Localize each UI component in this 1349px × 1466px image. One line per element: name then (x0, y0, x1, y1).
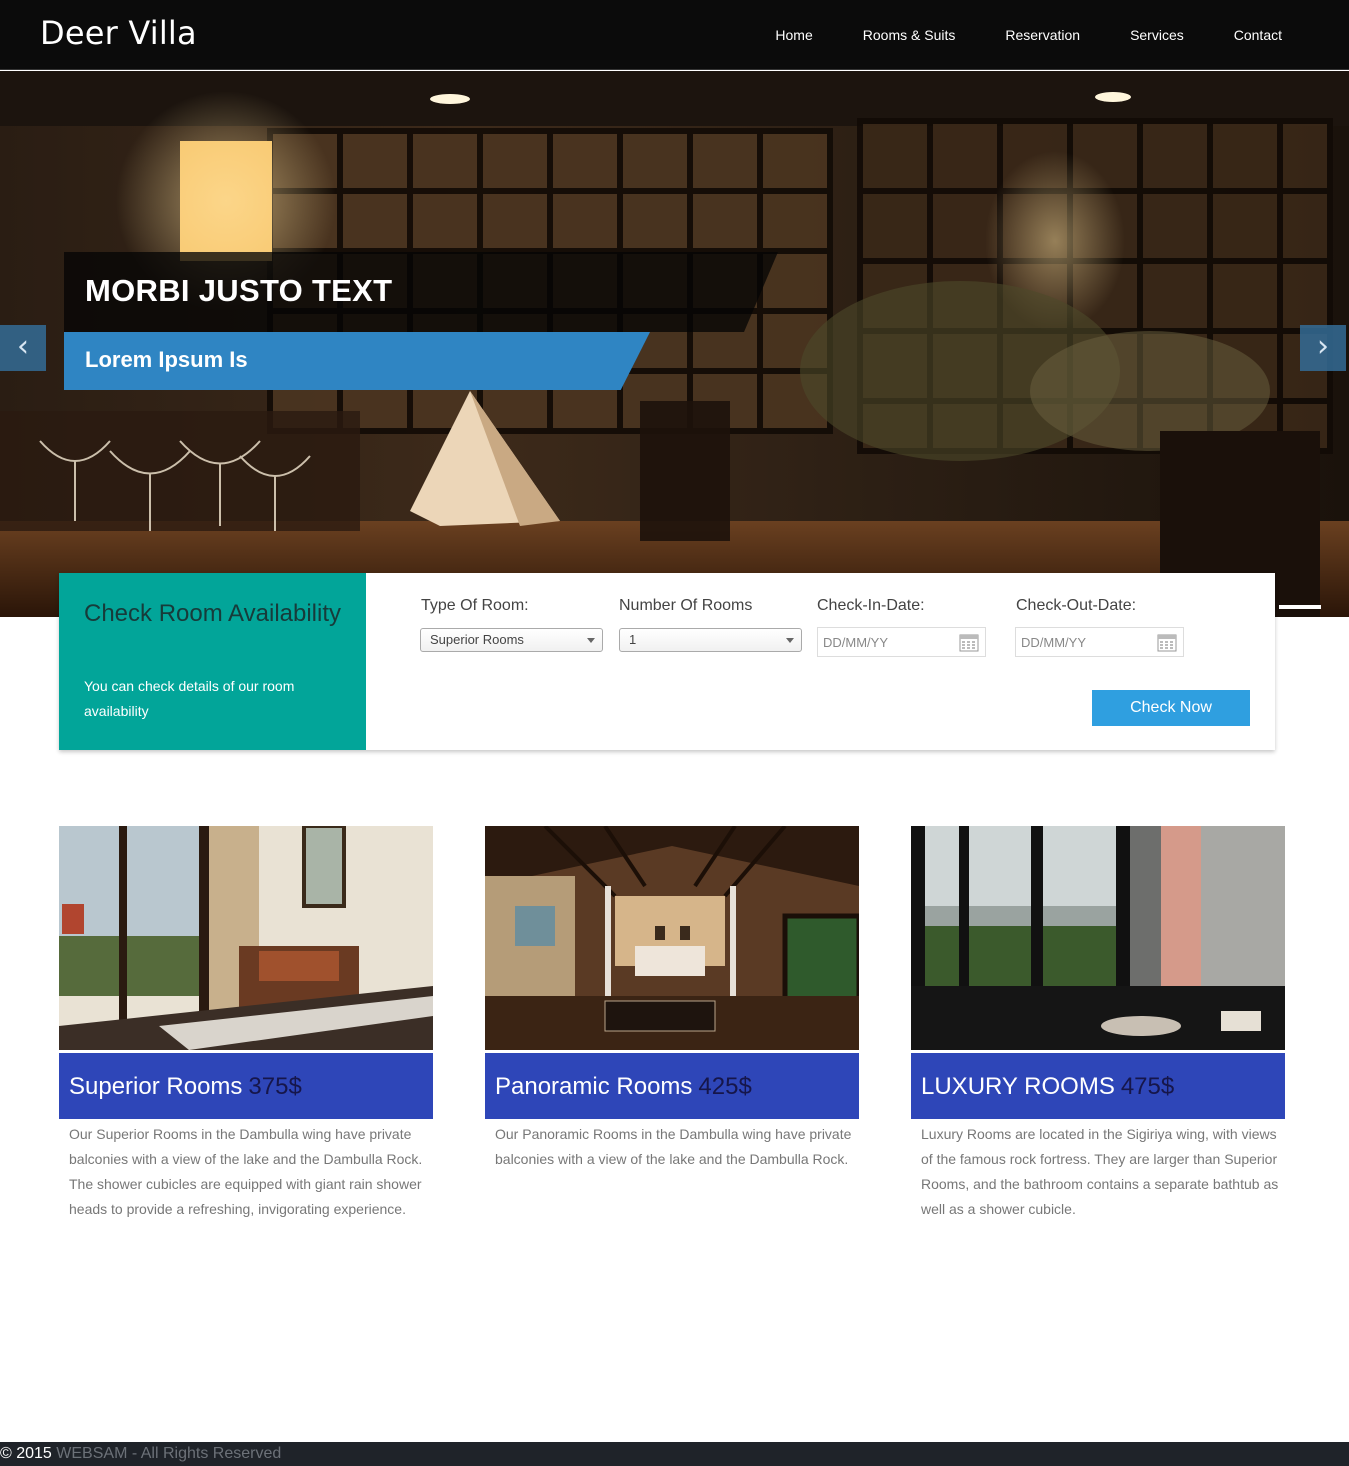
slider-indicator[interactable] (1279, 605, 1321, 609)
room-title: LUXURY ROOMS 475$ (921, 1073, 1174, 1101)
nav-reservation[interactable]: Reservation (1005, 27, 1080, 43)
copyright-text: © 2015 (0, 1445, 52, 1462)
calendar-icon[interactable] (959, 632, 979, 652)
checkout-date-input[interactable]: DD/MM/YY (1015, 627, 1184, 657)
checkout-label: Check-Out-Date: (1016, 597, 1137, 614)
main-nav: Home Rooms & Suits Reservation Services … (725, 0, 1282, 70)
room-description: Luxury Rooms are located in the Sigiriya… (921, 1126, 1279, 1217)
hero-title: MORBI JUSTO TEXT (85, 273, 393, 308)
room-name: LUXURY ROOMS (921, 1073, 1115, 1100)
calendar-icon[interactable] (1157, 632, 1177, 652)
chevron-down-icon (587, 638, 595, 643)
footer-brand-link[interactable]: WEBSAM (56, 1445, 127, 1462)
chevron-left-icon: ‹ (17, 329, 29, 364)
check-now-button[interactable]: Check Now (1092, 690, 1250, 726)
room-count-select[interactable]: 1 (619, 628, 802, 652)
room-price: 375$ (248, 1073, 302, 1100)
site-footer: © 2015 WEBSAM - All Rights Reserved (0, 1442, 1349, 1466)
top-navbar: Deer Villa Home Rooms & Suits Reservatio… (0, 0, 1349, 70)
room-title-bar[interactable]: Panoramic Rooms 425$ (485, 1053, 859, 1119)
room-description: Our Panoramic Rooms in the Dambulla wing… (495, 1126, 852, 1167)
room-image-superior[interactable] (59, 826, 433, 1050)
checkout-placeholder: DD/MM/YY (1021, 635, 1086, 650)
room-price: 475$ (1120, 1073, 1175, 1100)
checkin-label: Check-In-Date: (817, 597, 925, 614)
room-title-bar[interactable]: LUXURY ROOMS 475$ (911, 1053, 1285, 1119)
room-name: Panoramic Rooms (495, 1073, 693, 1100)
room-type-label: Type Of Room: (421, 597, 529, 614)
room-image-luxury[interactable] (911, 826, 1285, 1050)
room-type-value: Superior Rooms (430, 632, 524, 647)
room-price: 425$ (698, 1073, 752, 1100)
nav-services[interactable]: Services (1130, 27, 1184, 43)
chevron-right-icon: › (1317, 329, 1329, 364)
checkin-placeholder: DD/MM/YY (823, 635, 888, 650)
hero-subtitle: Lorem Ipsum Is (85, 347, 248, 372)
availability-panel: Check Room Availability You can check de… (59, 573, 1275, 750)
nav-rooms-suits[interactable]: Rooms & Suits (863, 27, 956, 43)
room-type-select[interactable]: Superior Rooms (420, 628, 603, 652)
room-count-label: Number Of Rooms (619, 597, 753, 614)
nav-home[interactable]: Home (775, 27, 812, 43)
room-name: Superior Rooms (69, 1073, 243, 1100)
slider-next-button[interactable]: › (1300, 325, 1346, 371)
availability-title: Check Room Availability (84, 600, 342, 627)
site-brand[interactable]: Deer Villa (40, 14, 197, 52)
rights-text: - All Rights Reserved (131, 1445, 282, 1462)
room-image-panoramic[interactable] (485, 826, 859, 1050)
room-count-value: 1 (629, 632, 637, 647)
checkin-date-input[interactable]: DD/MM/YY (817, 627, 986, 657)
room-title: Panoramic Rooms 425$ (495, 1073, 752, 1101)
chevron-down-icon (786, 638, 794, 643)
availability-intro: Check Room Availability You can check de… (59, 573, 366, 750)
hero-slider: MORBI JUSTO TEXT Lorem Ipsum Is ‹ › (0, 71, 1349, 617)
slider-prev-button[interactable]: ‹ (0, 325, 46, 371)
room-description: Our Superior Rooms in the Dambulla wing … (69, 1126, 423, 1217)
room-title-bar[interactable]: Superior Rooms 375$ (59, 1053, 433, 1119)
nav-contact[interactable]: Contact (1234, 27, 1282, 43)
availability-description: You can check details of our room availa… (84, 678, 295, 719)
room-title: Superior Rooms 375$ (69, 1073, 302, 1101)
